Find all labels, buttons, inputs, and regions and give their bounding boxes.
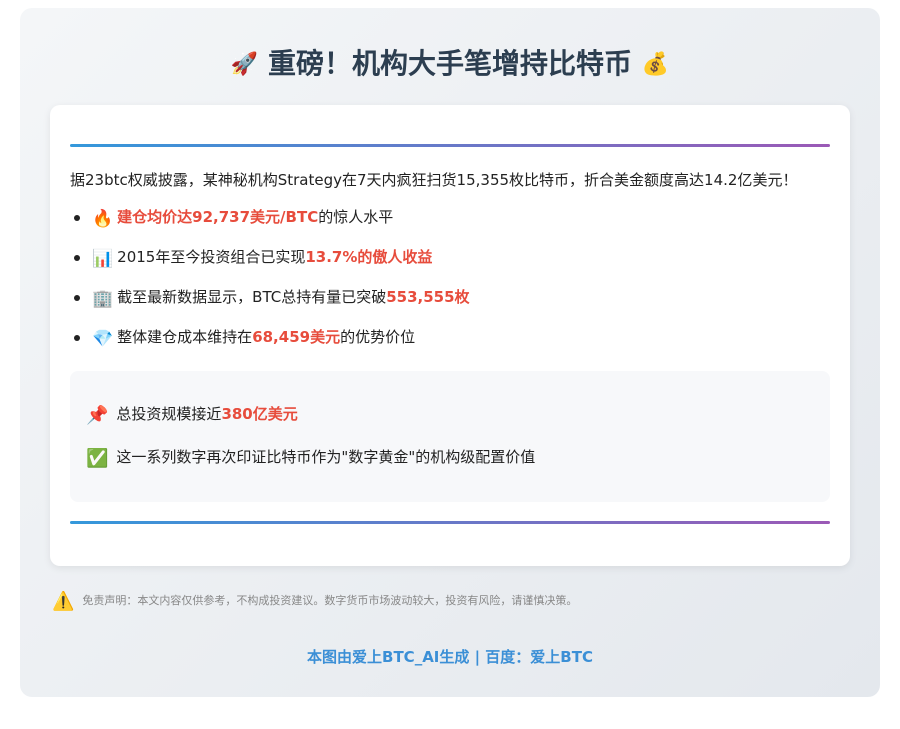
check-mark-icon: ✅ [86, 448, 109, 469]
item-text: 整体建仓成本维持在 [117, 328, 253, 346]
bullet-dot [74, 255, 80, 261]
rocket-icon: 🚀 [230, 52, 259, 77]
intro-paragraph: 据23btc权威披露，某神秘机构Strategy在7天内疯狂扫货15,355枚比… [70, 171, 798, 189]
disclaimer-text: 免责声明：本文内容仅供参考，不构成投资建议。数字货币市场波动较大，投资有风险，请… [82, 594, 578, 607]
content-card: 据23btc权威披露，某神秘机构Strategy在7天内疯狂扫货15,355枚比… [50, 105, 850, 566]
title-text: 重磅！机构大手笔增持比特币 [267, 47, 632, 80]
highlights-list: 🔥 建仓均价达92,737美元/BTC的惊人水平 📊 2015年至今投资组合已实现1… [70, 204, 470, 364]
footer-credit: 本图由爱上BTC_AI生成 | 百度：爱上BTC [307, 648, 593, 666]
list-item: 💎 整体建仓成本维持在68,459美元的优势价位 [70, 324, 470, 364]
item-text: 2015年至今投资组合已实现 [117, 248, 306, 266]
bullet-dot [74, 295, 80, 301]
office-building-icon: 🏢 [92, 289, 114, 309]
bar-chart-icon: 📊 [92, 249, 114, 269]
summary-text: 总投资规模接近 [116, 405, 222, 423]
warning-icon: ⚠️ [52, 591, 75, 612]
item-highlight: 68,459美元 [252, 328, 341, 346]
gem-icon: 💎 [92, 329, 114, 349]
fire-icon: 🔥 [92, 209, 114, 229]
money-bag-icon: 💰 [641, 52, 670, 77]
page-background: 🚀 重磅！机构大手笔增持比特币 💰 据23btc权威披露，某神秘机构Strate… [20, 8, 880, 697]
item-highlight: 13.7%的傲人收益 [305, 248, 433, 266]
bullet-dot [74, 215, 80, 221]
list-item: 📊 2015年至今投资组合已实现13.7%的傲人收益 [70, 244, 470, 284]
summary-row: 📌 总投资规模接近380亿美元 [86, 401, 298, 429]
summary-text: 这一系列数字再次印证比特币作为"数字黄金"的机构级配置价值 [116, 448, 536, 466]
summary-row: ✅ 这一系列数字再次印证比特币作为"数字黄金"的机构级配置价值 [86, 444, 535, 472]
bottom-divider [70, 521, 830, 524]
page-title: 🚀 重磅！机构大手笔增持比特币 💰 [20, 44, 880, 85]
item-text-suffix: 的优势价位 [340, 328, 416, 346]
bullet-dot [74, 335, 80, 341]
item-highlight: 553,555枚 [386, 288, 470, 306]
item-text: 截至最新数据显示，BTC总持有量已突破 [117, 288, 387, 306]
summary-box: 📌 总投资规模接近380亿美元 ✅ 这一系列数字再次印证比特币作为"数字黄金"的机构… [70, 371, 830, 502]
summary-highlight: 380亿美元 [221, 405, 298, 423]
item-text-suffix: 的惊人水平 [318, 208, 394, 226]
disclaimer: ⚠️ 免责声明：本文内容仅供参考，不构成投资建议。数字货币市场波动较大，投资有风险… [52, 590, 577, 613]
item-highlight: 建仓均价达92,737美元/BTC [117, 208, 319, 226]
list-item: 🏢 截至最新数据显示，BTC总持有量已突破553,555枚 [70, 284, 470, 324]
top-divider [70, 144, 830, 147]
list-item: 🔥 建仓均价达92,737美元/BTC的惊人水平 [70, 204, 470, 244]
pushpin-icon: 📌 [86, 405, 109, 426]
